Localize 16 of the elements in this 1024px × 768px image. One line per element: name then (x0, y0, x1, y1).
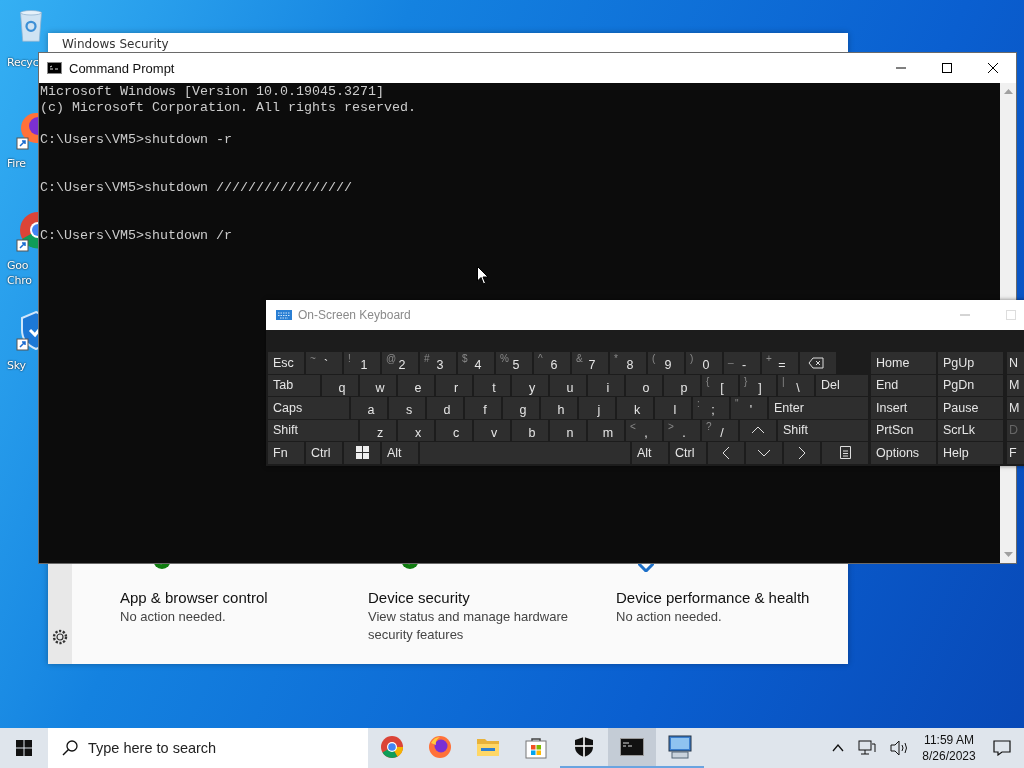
card-status: View status and manage hardware security features (368, 608, 568, 644)
desktop-icon-label: Sky (7, 358, 26, 373)
desktop-icon-label: Chro (7, 273, 32, 288)
console-line: C:\Users\VM5>shutdown /r (40, 228, 232, 244)
console-line: C:\Users\VM5>shutdown ///////////////// (40, 180, 352, 196)
desktop-icon-label: Recyc (7, 55, 39, 70)
window-title: Windows Security (62, 36, 169, 51)
card-status: No action needed. (616, 608, 723, 626)
console-line: C:\Users\VM5>shutdown -r (40, 132, 232, 148)
desktop-icon-label: Goo (7, 258, 30, 273)
card-status: No action needed. (120, 608, 227, 626)
console-line: Microsoft Windows [Version 10.0.19045.3271] (40, 84, 384, 100)
desktop-icon-label: Fire (7, 156, 26, 171)
console-line: (c) Microsoft Corporation. All rights reserved. (40, 100, 416, 116)
window-title: Command Prompt (69, 60, 175, 76)
window-title: On-Screen Keyboard (298, 308, 411, 322)
